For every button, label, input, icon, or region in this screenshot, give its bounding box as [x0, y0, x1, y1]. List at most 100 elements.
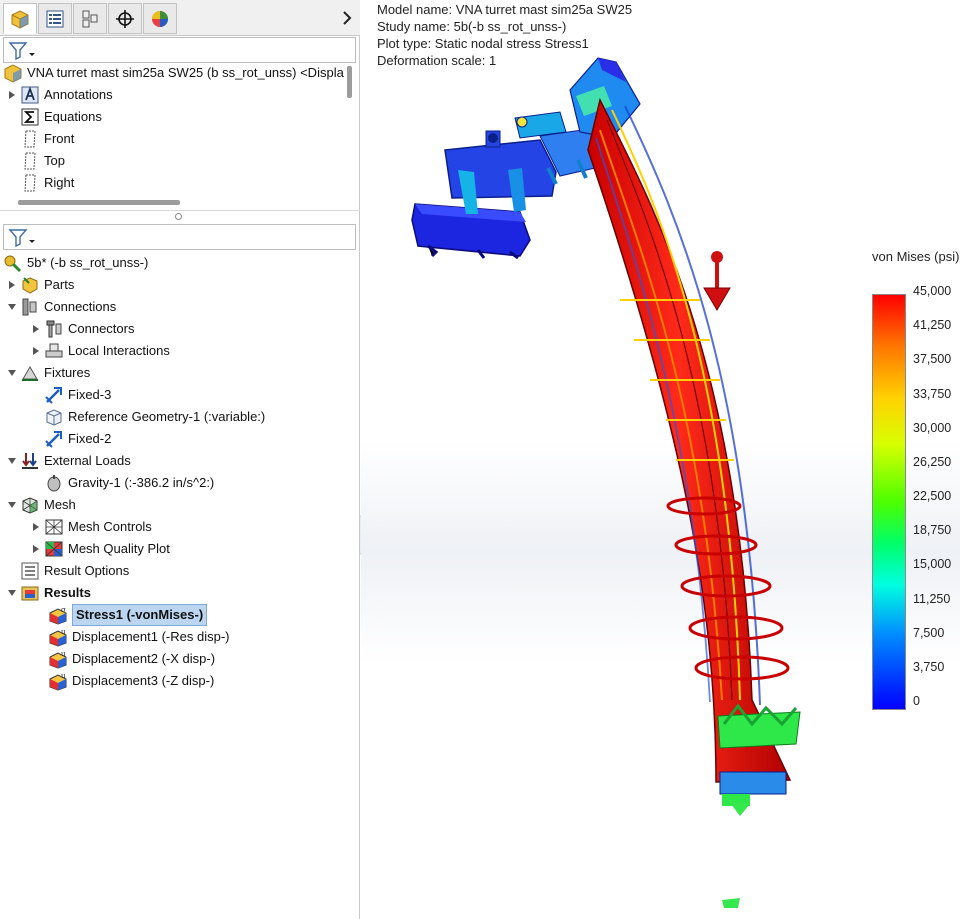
tree-item-displacement3[interactable]: u Displacement3 (-Z disp-)	[48, 670, 214, 692]
bolt-connector-icon	[44, 319, 64, 339]
tree-item-label: Displacement1 (-Res disp-)	[72, 629, 230, 644]
filter-funnel-icon[interactable]	[8, 228, 36, 248]
expand-arrow-icon[interactable]	[30, 543, 42, 555]
tree-item-mesh[interactable]: Mesh	[6, 494, 76, 516]
tree-item-label: Results	[44, 585, 91, 600]
connections-icon	[20, 297, 40, 317]
expand-arrow-icon[interactable]	[30, 345, 42, 357]
vertical-scrollbar[interactable]	[347, 66, 352, 98]
tree-item-fixed-2[interactable]: Fixed-2	[44, 428, 111, 450]
stress-plot-model[interactable]	[361, 0, 960, 919]
collapse-arrow-icon[interactable]	[6, 367, 18, 379]
tab-dimxpert[interactable]	[108, 3, 142, 34]
svg-text:σ: σ	[61, 606, 66, 614]
tab-configurationmanager[interactable]	[73, 3, 107, 34]
study-root[interactable]: 5b* (-b ss_rot_unss-)	[3, 252, 148, 274]
tree-item-fixed-3[interactable]: Fixed-3	[44, 384, 111, 406]
legend-tick-label: 11,250	[913, 591, 951, 606]
tree-item-mesh-controls[interactable]: Mesh Controls	[30, 516, 152, 538]
tree-item-mesh-quality-plot[interactable]: Mesh Quality Plot	[30, 538, 170, 560]
fixtures-icon	[20, 363, 40, 383]
tree-item-label: Connections	[44, 299, 117, 314]
configuration-icon	[82, 10, 98, 27]
feature-tree-item-equations[interactable]: Equations	[20, 106, 102, 128]
svg-text:u: u	[61, 650, 66, 658]
feature-tree-item-front[interactable]: Front	[20, 128, 74, 150]
displacement-plot-icon: u	[48, 627, 68, 647]
collapse-arrow-icon[interactable]	[6, 499, 18, 511]
horizontal-scrollbar[interactable]	[18, 200, 180, 205]
plane-icon	[20, 151, 40, 171]
expand-arrow-icon[interactable]	[6, 279, 18, 291]
tree-item-connections[interactable]: Connections	[6, 296, 116, 318]
mesh-icon	[20, 495, 40, 515]
feature-tree-root[interactable]: VNA turret mast sim25a SW25 (b ss_rot_un…	[3, 62, 344, 84]
reference-geometry-icon	[44, 407, 64, 427]
force-arrow	[703, 251, 731, 311]
tree-item-connectors[interactable]: Connectors	[30, 318, 134, 340]
tree-item-result-options[interactable]: Result Options	[20, 560, 129, 582]
feature-filter[interactable]	[3, 37, 356, 63]
tree-item-label: Result Options	[44, 563, 130, 578]
expand-arrow-icon[interactable]	[6, 89, 18, 101]
legend-tick-label: 7,500	[913, 625, 945, 640]
tree-item-displacement1[interactable]: u Displacement1 (-Res disp-)	[48, 626, 230, 648]
tree-item-label: Connectors	[68, 321, 135, 336]
simulation-filter[interactable]	[3, 224, 356, 250]
tree-item-label: Gravity-1 (:-386.2 in/s^2:)	[68, 475, 215, 490]
filter-funnel-icon[interactable]	[8, 41, 36, 61]
tree-item-parts[interactable]: Parts	[6, 274, 74, 296]
legend-tick-label: 26,250	[913, 454, 952, 469]
tree-item-local-interactions[interactable]: Local Interactions	[30, 340, 170, 362]
tree-item-label: Fixtures	[44, 365, 91, 380]
tab-propertymanager[interactable]	[38, 3, 72, 34]
tree-item-fixtures[interactable]: Fixtures	[6, 362, 90, 384]
tree-item-label: Local Interactions	[68, 343, 170, 358]
displacement-plot-icon: u	[48, 649, 68, 669]
feature-tree-root-label: VNA turret mast sim25a SW25 (b ss_rot_un…	[27, 65, 344, 80]
feature-tree-item-annotations[interactable]: Annotations	[6, 84, 113, 106]
collapse-arrow-icon[interactable]	[6, 587, 18, 599]
tree-item-label: Parts	[44, 277, 75, 292]
legend-tick-label: 3,750	[913, 659, 945, 674]
external-loads-icon	[20, 451, 40, 471]
appearance-sphere-icon	[152, 10, 168, 27]
tree-item-label: Displacement2 (-X disp-)	[72, 651, 216, 666]
chevron-right-icon[interactable]	[340, 8, 354, 28]
feature-tree-item-label: Top	[44, 153, 65, 168]
model-name-text: Model name: VNA turret mast sim25a SW25	[377, 2, 633, 17]
tree-item-stress1[interactable]: σ Stress1 (-vonMises-)	[48, 604, 208, 626]
tree-item-results[interactable]: Results	[6, 582, 91, 604]
tree-item-label: External Loads	[44, 453, 131, 468]
feature-tree-item-right[interactable]: Right	[20, 172, 74, 194]
study-root-label: 5b* (-b ss_rot_unss-)	[27, 255, 149, 270]
collapse-arrow-icon[interactable]	[6, 301, 18, 313]
collapse-arrow-icon[interactable]	[6, 455, 18, 467]
expand-arrow-icon[interactable]	[30, 521, 42, 533]
feature-tree-item-top[interactable]: Top	[20, 150, 65, 172]
expand-arrow-icon[interactable]	[30, 323, 42, 335]
tree-item-external-loads[interactable]: External Loads	[6, 450, 131, 472]
legend-tick-label: 45,000	[913, 284, 952, 298]
property-list-icon	[46, 10, 64, 27]
gravity-icon	[44, 473, 64, 493]
fixed-geometry-icon	[44, 429, 64, 449]
legend-title: von Mises (psi)	[872, 249, 960, 264]
tab-featuremanager[interactable]	[3, 3, 37, 34]
mesh-quality-icon	[44, 539, 64, 559]
tree-item-label: Fixed-2	[68, 431, 112, 446]
tab-display-manager[interactable]	[143, 3, 177, 34]
fixed-geometry-icon	[44, 385, 64, 405]
tree-item-label: Mesh Controls	[68, 519, 152, 534]
plot-type-text: Plot type: Static nodal stress Stress1	[377, 36, 589, 51]
crosshair-icon	[116, 9, 134, 28]
splitter-handle-icon[interactable]	[175, 213, 182, 220]
legend-tick-label: 15,000	[913, 557, 952, 572]
color-legend-bar[interactable]	[872, 294, 906, 710]
tree-item-gravity[interactable]: Gravity-1 (:-386.2 in/s^2:)	[44, 472, 214, 494]
tree-item-reference-geometry[interactable]: Reference Geometry-1 (:variable:)	[44, 406, 265, 428]
tree-item-displacement2[interactable]: u Displacement2 (-X disp-)	[48, 648, 215, 670]
svg-text:u: u	[61, 672, 66, 680]
plane-icon	[20, 173, 40, 193]
base-attachments	[717, 703, 801, 908]
